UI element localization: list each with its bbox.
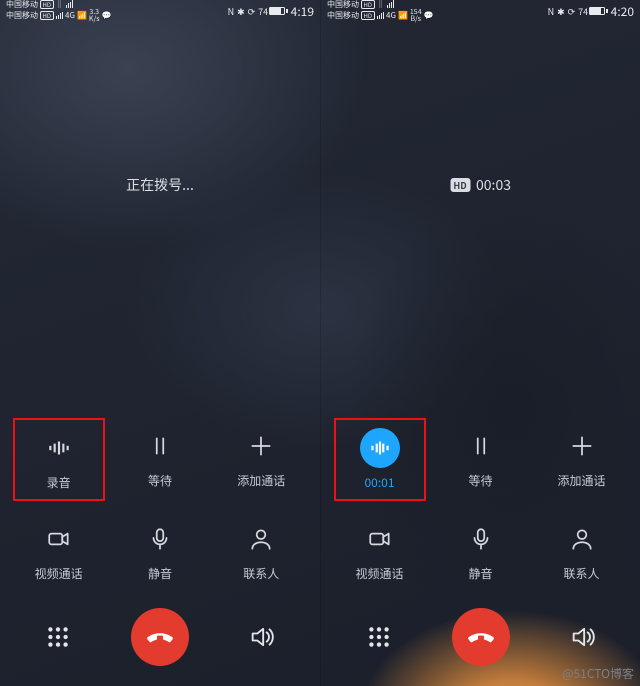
clock: 4:19 — [291, 3, 314, 20]
call-status: HD 00:03 — [450, 175, 511, 195]
record-icon — [39, 428, 79, 468]
speaker-icon — [569, 623, 597, 651]
mute-label: 静音 — [468, 565, 492, 582]
record-timer: 00:01 — [365, 474, 395, 491]
nfc-icon: N — [228, 5, 235, 18]
pause-icon — [461, 426, 501, 466]
status-bar: 中国移动HD ‖ 中国移动HD 4G 📶 154B/s 💬 N ✱ ⟳ 74 4… — [321, 0, 640, 22]
person-icon — [241, 519, 281, 559]
add-call-label: 添加通话 — [557, 472, 605, 489]
contacts-button[interactable]: 联系人 — [215, 511, 307, 590]
mute-button[interactable]: 静音 — [435, 511, 527, 590]
end-call-button[interactable] — [131, 608, 189, 666]
video-icon — [39, 519, 79, 559]
bluetooth-icon: ✱ — [557, 5, 565, 18]
call-status: 正在拨号... — [126, 175, 194, 195]
speaker-button[interactable] — [557, 611, 609, 663]
hold-button[interactable]: 等待 — [114, 418, 206, 501]
video-label: 视频通话 — [355, 565, 403, 582]
watermark: @51CTO博客 — [562, 665, 634, 682]
video-call-button[interactable]: 视频通话 — [13, 511, 105, 590]
mic-icon — [461, 519, 501, 559]
hold-label: 等待 — [148, 472, 172, 489]
clock: 4:20 — [611, 3, 634, 20]
contacts-label: 联系人 — [563, 565, 599, 582]
add-call-label: 添加通话 — [237, 472, 285, 489]
bluetooth-icon: ✱ — [237, 5, 245, 18]
plus-icon — [562, 426, 602, 466]
phone-down-icon — [145, 622, 175, 652]
status-bar: 中国移动HD ‖ 中国移动HD 4G 📶 3.3K/s 💬 N ✱ ⟳ 74 4… — [0, 0, 320, 22]
nfc-icon: N — [548, 5, 555, 18]
hd-badge: HD — [450, 178, 470, 192]
video-call-button[interactable]: 视频通话 — [334, 511, 426, 590]
person-icon — [562, 519, 602, 559]
contacts-button[interactable]: 联系人 — [536, 511, 628, 590]
dialpad-button[interactable] — [353, 611, 405, 663]
record-button[interactable]: 录音 — [13, 418, 105, 501]
speaker-icon — [248, 623, 276, 651]
video-icon — [360, 519, 400, 559]
record-button[interactable]: 00:01 — [334, 418, 426, 501]
add-call-button[interactable]: 添加通话 — [215, 418, 307, 501]
screen-in-call: 中国移动HD ‖ 中国移动HD 4G 📶 154B/s 💬 N ✱ ⟳ 74 4… — [320, 0, 640, 686]
dialpad-button[interactable] — [32, 611, 84, 663]
screen-dialing: 中国移动HD ‖ 中国移动HD 4G 📶 3.3K/s 💬 N ✱ ⟳ 74 4… — [0, 0, 320, 686]
record-icon — [360, 428, 400, 468]
add-call-button[interactable]: 添加通话 — [536, 418, 628, 501]
end-call-button[interactable] — [452, 608, 510, 666]
pause-icon — [140, 426, 180, 466]
record-label: 录音 — [47, 474, 71, 491]
video-label: 视频通话 — [35, 565, 83, 582]
contacts-label: 联系人 — [243, 565, 279, 582]
mic-icon — [140, 519, 180, 559]
call-timer: 00:03 — [476, 175, 511, 195]
battery-icon: 74 — [258, 5, 288, 18]
hold-button[interactable]: 等待 — [435, 418, 527, 501]
plus-icon — [241, 426, 281, 466]
phone-down-icon — [466, 622, 496, 652]
speaker-button[interactable] — [236, 611, 288, 663]
hold-label: 等待 — [468, 472, 492, 489]
mute-button[interactable]: 静音 — [114, 511, 206, 590]
battery-icon: 74 — [578, 5, 608, 18]
mute-label: 静音 — [148, 565, 172, 582]
